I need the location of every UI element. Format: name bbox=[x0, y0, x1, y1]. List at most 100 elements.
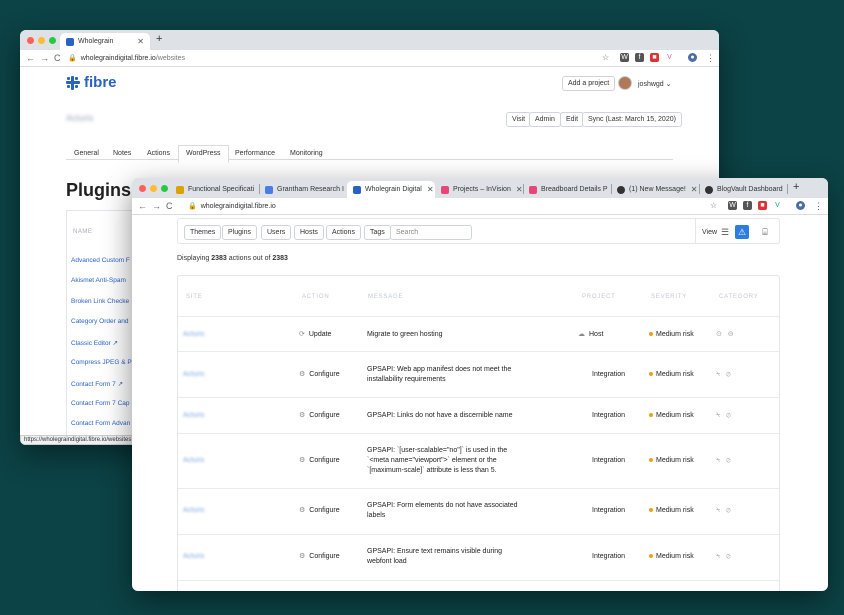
action-cell[interactable]: ⚙ Configure bbox=[299, 411, 340, 421]
sync-button[interactable]: Sync (Last: March 15, 2020) bbox=[582, 112, 682, 127]
filter-hosts-button[interactable]: Hosts bbox=[294, 225, 324, 240]
fibre-logo[interactable]: fibre bbox=[66, 74, 117, 91]
browser-tab[interactable]: Grantham Research I✕ bbox=[259, 181, 347, 198]
close-window-button[interactable] bbox=[27, 37, 34, 44]
close-tab-icon[interactable]: ✕ bbox=[511, 185, 523, 194]
site-link[interactable]: Acturis bbox=[183, 411, 204, 421]
column-header-severity[interactable]: SEVERITY bbox=[651, 294, 687, 300]
search-input[interactable]: Search bbox=[390, 225, 472, 240]
plugin-link[interactable]: Contact Form 7 ↗ bbox=[71, 380, 123, 388]
facebook-extension-icon[interactable]: f bbox=[635, 53, 644, 62]
table-row[interactable]: Acturis ⚙ Configure GPSAPI: Web app manif… bbox=[178, 351, 779, 397]
table-row[interactable]: Acturis ⚙ Configure GPSAPI: `[user-scalab… bbox=[178, 433, 779, 488]
action-cell[interactable]: ⚙ Configure bbox=[299, 456, 340, 466]
action-cell[interactable]: ⟳ Update bbox=[299, 330, 331, 340]
browser-tab[interactable]: (1) New Message! ✕ bbox=[611, 181, 699, 198]
forward-arrow-icon[interactable]: → bbox=[40, 53, 49, 63]
reload-icon[interactable]: C bbox=[166, 201, 173, 211]
table-row[interactable]: Acturis ⚙ Configure GPSAPI: Links do not … bbox=[178, 397, 779, 433]
plugin-link[interactable]: Akismet Anti-Spam bbox=[71, 277, 126, 284]
plugin-link[interactable]: Contact Form Advan bbox=[71, 420, 130, 427]
tab-actions[interactable]: Actions bbox=[147, 150, 170, 157]
browser-tab[interactable]: Functional Specificati✕ bbox=[170, 181, 258, 198]
site-link[interactable]: Acturis bbox=[183, 330, 204, 340]
menu-dots-icon[interactable]: ⋮ bbox=[706, 53, 715, 64]
site-link[interactable]: Acturis bbox=[183, 370, 204, 380]
extension-icon[interactable]: ■ bbox=[758, 201, 767, 210]
browser-tab[interactable]: Projects – InVision ✕ bbox=[435, 181, 523, 198]
close-tab-icon[interactable]: ✕ bbox=[686, 185, 698, 194]
column-header-site[interactable]: SITE bbox=[186, 294, 203, 300]
site-link[interactable]: Acturis bbox=[183, 456, 204, 466]
wordpress-extension-icon[interactable]: W bbox=[728, 201, 737, 210]
maximize-window-button[interactable] bbox=[161, 185, 168, 192]
filter-plugins-button[interactable]: Plugins bbox=[222, 225, 257, 240]
add-project-button[interactable]: Add a project bbox=[562, 76, 616, 91]
profile-avatar-icon[interactable]: ● bbox=[796, 201, 805, 210]
edit-button[interactable]: Edit bbox=[560, 112, 585, 127]
username-menu[interactable]: joshwgd ⌄ bbox=[638, 80, 672, 88]
table-row[interactable] bbox=[178, 580, 779, 591]
close-tab-icon[interactable]: ✕ bbox=[132, 37, 144, 46]
tab-notes[interactable]: Notes bbox=[113, 150, 131, 157]
column-header-category[interactable]: CATEGORY bbox=[719, 294, 759, 300]
extension-icon[interactable]: ■ bbox=[650, 53, 659, 62]
close-tab-icon[interactable]: ✕ bbox=[254, 185, 258, 194]
filter-users-button[interactable]: Users bbox=[261, 225, 292, 240]
back-arrow-icon[interactable]: ← bbox=[138, 201, 147, 211]
alert-view-icon[interactable]: ⚠ bbox=[735, 225, 749, 239]
profile-avatar-icon[interactable]: ● bbox=[688, 53, 697, 62]
action-cell[interactable]: ⚙ Configure bbox=[299, 506, 340, 516]
minimize-window-button[interactable] bbox=[38, 37, 45, 44]
user-avatar[interactable] bbox=[618, 76, 632, 90]
url-field[interactable]: 🔒 wholegraindigital.fibre.io bbox=[188, 202, 276, 210]
table-row[interactable]: Acturis ⚙ Configure GPSAPI: Ensure text r… bbox=[178, 534, 779, 580]
column-header-project[interactable]: PROJECT bbox=[582, 294, 616, 300]
star-icon[interactable]: ☆ bbox=[602, 53, 609, 62]
back-arrow-icon[interactable]: ← bbox=[26, 53, 35, 63]
site-link[interactable]: Acturis bbox=[183, 552, 204, 562]
browser-tab[interactable]: Wholegrain ✕ bbox=[60, 33, 150, 50]
minimize-window-button[interactable] bbox=[150, 185, 157, 192]
plugin-link[interactable]: Classic Editor ↗ bbox=[71, 339, 118, 347]
browser-tab-active[interactable]: Wholegrain Digital ✕ bbox=[347, 181, 435, 198]
filter-themes-button[interactable]: Themes bbox=[184, 225, 222, 240]
browser-tab[interactable]: Breadboard Details P✕ bbox=[523, 181, 611, 198]
menu-dots-icon[interactable]: ⋮ bbox=[814, 201, 823, 212]
vivaldi-extension-icon[interactable]: V bbox=[773, 201, 782, 210]
plugin-link[interactable]: Advanced Custom F bbox=[71, 257, 130, 264]
column-header-action[interactable]: ACTION bbox=[302, 294, 329, 300]
tab-performance[interactable]: Performance bbox=[235, 150, 275, 157]
maximize-window-button[interactable] bbox=[49, 37, 56, 44]
table-row[interactable]: Acturis ⟳ Update Migrate to green hosting… bbox=[178, 316, 779, 351]
table-row[interactable]: Acturis ⚙ Configure GPSAPI: Form elements… bbox=[178, 488, 779, 534]
list-view-icon[interactable]: ☰ bbox=[718, 225, 732, 239]
vivaldi-extension-icon[interactable]: V bbox=[665, 53, 674, 62]
tab-monitoring[interactable]: Monitoring bbox=[290, 150, 323, 157]
site-link[interactable]: Acturis bbox=[183, 506, 204, 516]
grid-view-icon[interactable]: ⌸ bbox=[758, 225, 772, 239]
close-window-button[interactable] bbox=[139, 185, 146, 192]
plugin-link[interactable]: Compress JPEG & P bbox=[71, 359, 132, 366]
filter-tags-button[interactable]: Tags bbox=[364, 225, 391, 240]
reload-icon[interactable]: C bbox=[54, 53, 61, 63]
plugin-link[interactable]: Contact Form 7 Cap bbox=[71, 400, 130, 407]
star-icon[interactable]: ☆ bbox=[710, 201, 717, 210]
forward-arrow-icon[interactable]: → bbox=[152, 201, 161, 211]
new-tab-button[interactable]: + bbox=[156, 33, 162, 45]
visit-button[interactable]: Visit bbox=[506, 112, 532, 127]
admin-button[interactable]: Admin bbox=[529, 112, 561, 127]
new-tab-button[interactable]: + bbox=[793, 181, 799, 193]
url-field[interactable]: 🔒 wholegraindigital.fibre.io/websites bbox=[68, 54, 185, 62]
wordpress-extension-icon[interactable]: W bbox=[620, 53, 629, 62]
plugin-link[interactable]: Category Order and bbox=[71, 318, 128, 325]
column-header-message[interactable]: MESSAGE bbox=[368, 294, 403, 300]
tab-general[interactable]: General bbox=[74, 150, 99, 157]
browser-tab[interactable]: BlogVault Dashboard✕ bbox=[699, 181, 787, 198]
facebook-extension-icon[interactable]: f bbox=[743, 201, 752, 210]
action-cell[interactable]: ⚙ Configure bbox=[299, 552, 340, 562]
action-cell[interactable]: ⚙ Configure bbox=[299, 370, 340, 380]
close-tab-icon[interactable]: ✕ bbox=[422, 185, 434, 194]
tab-wordpress[interactable]: WordPress bbox=[178, 145, 229, 163]
plugin-link[interactable]: Broken Link Checke bbox=[71, 298, 129, 305]
